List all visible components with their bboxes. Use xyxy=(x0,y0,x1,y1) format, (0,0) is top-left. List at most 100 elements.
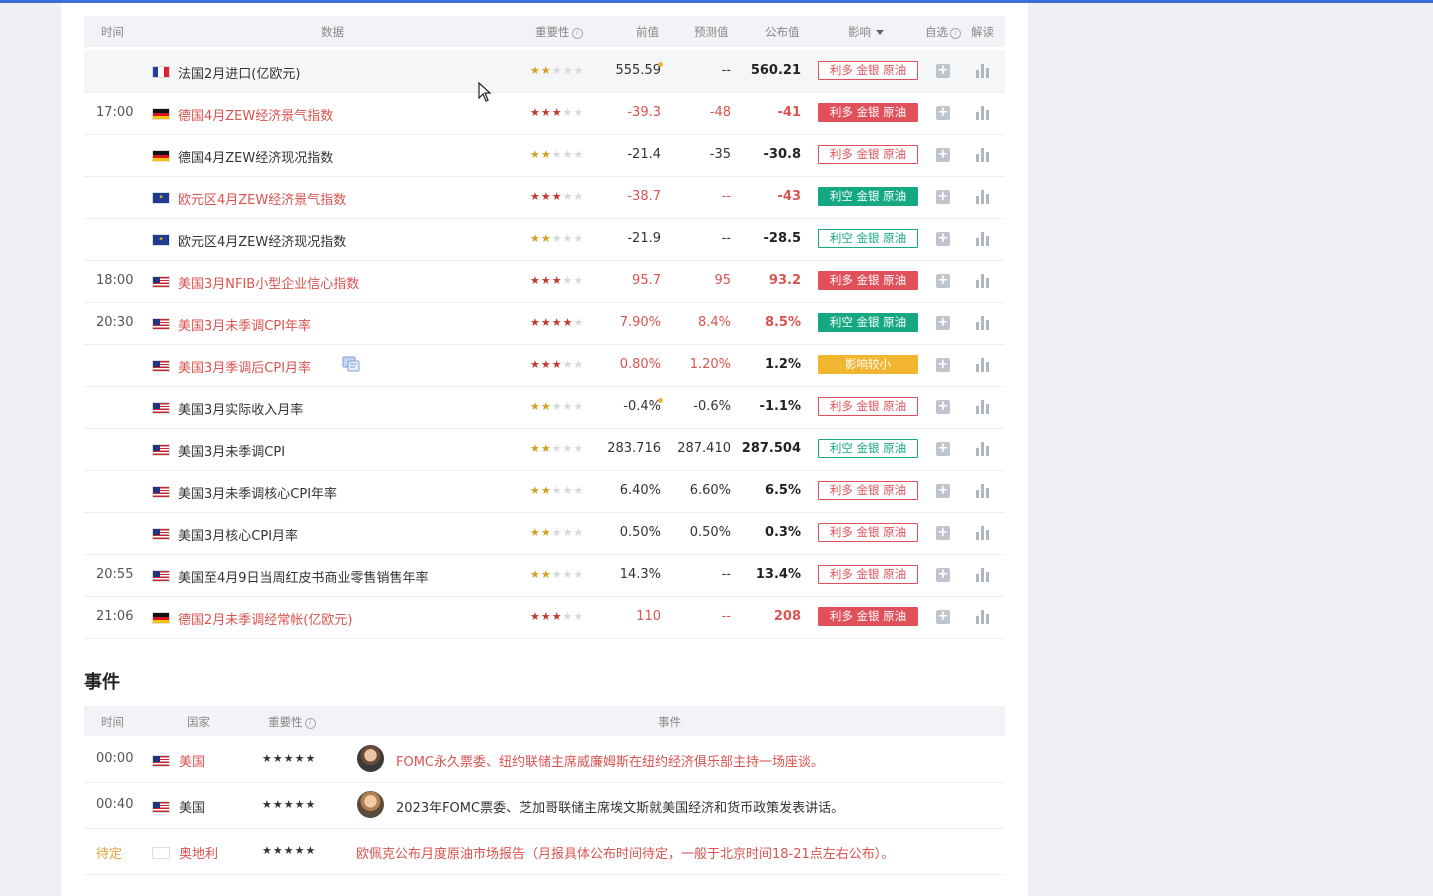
table-row[interactable]: 美国3月未季调CPI ★★★★★ 283.716 287.410 287.504 利空 金… xyxy=(84,428,1005,471)
importance-stars: ★★★★★ xyxy=(530,484,585,497)
row-time: 18:00 xyxy=(96,273,134,288)
add-watch-icon[interactable]: + xyxy=(936,316,950,330)
flag-de-icon xyxy=(152,612,170,624)
ev-col-country: 国家 xyxy=(187,715,210,729)
importance-stars: ★★★★★ xyxy=(530,64,585,77)
table-row[interactable]: 德国4月ZEW经济现况指数 ★★★★★ -21.4 -35 -30.8 利多 金银 原油 + xyxy=(84,134,1005,177)
add-watch-icon[interactable]: + xyxy=(936,610,950,624)
add-watch-icon[interactable]: + xyxy=(936,64,950,78)
event-text[interactable]: FOMC永久票委、纽约联储主席威廉姆斯在纽约经济俱乐部主持一场座谈。 xyxy=(396,751,824,770)
importance-stars: ★★★★★ xyxy=(530,148,585,161)
event-text[interactable]: 2023年FOMC票委、芝加哥联储主席埃文斯就美国经济和货币政策发表讲话。 xyxy=(396,797,844,816)
impact-badge: 利多 金银 原油 xyxy=(818,565,918,584)
bar-chart-icon[interactable] xyxy=(976,526,989,540)
add-watch-icon[interactable]: + xyxy=(936,400,950,414)
speaker-avatar xyxy=(357,791,384,818)
forecast-value: 1.20% xyxy=(689,357,731,372)
flag-us-icon xyxy=(152,276,170,288)
importance-stars: ★★★★★ xyxy=(262,798,317,811)
bar-chart-icon[interactable] xyxy=(976,190,989,204)
col-watch: 自选 i xyxy=(925,24,961,40)
caret-down-icon xyxy=(876,30,884,35)
add-watch-icon[interactable]: + xyxy=(936,148,950,162)
event-row[interactable]: 00:40 美国 ★★★★★ 2023年FOMC票委、芝加哥联储主席埃文斯就美国经济和… xyxy=(84,782,1005,829)
table-row[interactable]: 18:00 美国3月NFIB小型企业信心指数 ★★★★★ 95.7 95 93.2 利多 金… xyxy=(84,260,1005,303)
forecast-value: -- xyxy=(721,189,731,204)
add-watch-icon[interactable]: + xyxy=(936,358,950,372)
actual-value: 8.5% xyxy=(764,315,801,330)
impact-badge: 利多 金银 原油 xyxy=(818,271,918,290)
bar-chart-icon[interactable] xyxy=(976,274,989,288)
indicator-name[interactable]: 德国2月未季调经常帐(亿欧元) xyxy=(178,609,352,628)
table-row[interactable]: 美国3月未季调核心CPI年率 ★★★★★ 6.40% 6.60% 6.5% 利多 金银 原… xyxy=(84,470,1005,513)
row-time: 20:30 xyxy=(96,315,134,330)
indicator-name[interactable]: 美国至4月9日当周红皮书商业零售销售年率 xyxy=(178,567,429,586)
table-row[interactable]: 美国3月实际收入月率 ★★★★★ -0.4% -0.6% -1.1% 利多 金银 原油 + xyxy=(84,386,1005,429)
indicator-name[interactable]: 德国4月ZEW经济景气指数 xyxy=(178,105,333,124)
events-title: 事件 xyxy=(84,672,120,693)
indicator-name[interactable]: 美国3月实际收入月率 xyxy=(178,399,303,418)
indicator-name[interactable]: 美国3月NFIB小型企业信心指数 xyxy=(178,273,359,292)
note-icon[interactable] xyxy=(342,356,360,372)
table-row[interactable]: 17:00 德国4月ZEW经济景气指数 ★★★★★ -39.3 -48 -41 利多 金银 … xyxy=(84,92,1005,135)
table-row[interactable]: 20:30 美国3月未季调CPI年率 ★★★★★ 7.90% 8.4% 8.5% 利空 金银… xyxy=(84,302,1005,345)
event-row[interactable]: 00:00 美国 ★★★★★ FOMC永久票委、纽约联储主席威廉姆斯在纽约经济俱乐部主… xyxy=(84,736,1005,783)
impact-badge: 利多 金银 原油 xyxy=(818,103,918,122)
add-watch-icon[interactable]: + xyxy=(936,274,950,288)
add-watch-icon[interactable]: + xyxy=(936,568,950,582)
impact-badge: 利空 金银 原油 xyxy=(818,313,918,332)
table-row[interactable]: 法国2月进口(亿欧元) ★★★★★ 555.59 -- 560.21 利多 金银 原油 + xyxy=(84,50,1005,93)
flag-us-icon xyxy=(152,486,170,498)
prev-value: 555.59 xyxy=(615,63,662,78)
impact-badge: 利多 金银 原油 xyxy=(818,145,918,164)
bar-chart-icon[interactable] xyxy=(976,442,989,456)
add-watch-icon[interactable]: + xyxy=(936,442,950,456)
indicator-name[interactable]: 美国3月未季调CPI年率 xyxy=(178,315,311,334)
actual-value: -28.5 xyxy=(763,231,801,246)
indicator-name[interactable]: 欧元区4月ZEW经济现况指数 xyxy=(178,231,346,250)
forecast-value: 0.50% xyxy=(689,525,731,540)
bar-chart-icon[interactable] xyxy=(976,106,989,120)
bar-chart-icon[interactable] xyxy=(976,484,989,498)
col-data: 数据 xyxy=(321,25,344,39)
add-watch-icon[interactable]: + xyxy=(936,232,950,246)
indicator-name[interactable]: 欧元区4月ZEW经济景气指数 xyxy=(178,189,346,208)
event-row[interactable]: 待定 奥地利 ★★★★★ 欧佩克公布月度原油市场报告（月报具体公布时间待定，一般于北京… xyxy=(84,828,1005,875)
col-impact-sort[interactable]: 影响 xyxy=(848,24,884,40)
table-row[interactable]: 20:55 美国至4月9日当周红皮书商业零售销售年率 ★★★★★ 14.3% -- 13.… xyxy=(84,554,1005,597)
add-watch-icon[interactable]: + xyxy=(936,484,950,498)
indicator-name[interactable]: 美国3月未季调核心CPI年率 xyxy=(178,483,337,502)
flag-de-icon xyxy=(152,108,170,120)
add-watch-icon[interactable]: + xyxy=(936,190,950,204)
bar-chart-icon[interactable] xyxy=(976,232,989,246)
table-row[interactable]: ⁕ 欧元区4月ZEW经济现况指数 ★★★★★ -21.9 -- -28.5 利空 金银 原油… xyxy=(84,218,1005,261)
info-icon[interactable]: i xyxy=(950,28,961,39)
table-row[interactable]: ⁕ 欧元区4月ZEW经济景气指数 ★★★★★ -38.7 -- -43 利空 金银 原油 + xyxy=(84,176,1005,219)
bar-chart-icon[interactable] xyxy=(976,568,989,582)
table-row[interactable]: 美国3月季调后CPI月率 ★★★★★ 0.80% 1.20% 1.2% 影响较小 + xyxy=(84,344,1005,387)
indicator-name[interactable]: 德国4月ZEW经济现况指数 xyxy=(178,147,333,166)
bar-chart-icon[interactable] xyxy=(976,64,989,78)
importance-stars: ★★★★★ xyxy=(530,316,585,329)
indicator-name[interactable]: 法国2月进口(亿欧元) xyxy=(178,63,300,82)
info-icon[interactable]: i xyxy=(571,28,583,39)
info-icon[interactable]: i xyxy=(304,718,316,729)
flag-eu-icon: ⁕ xyxy=(152,234,170,246)
bar-chart-icon[interactable] xyxy=(976,400,989,414)
revised-dot-icon xyxy=(658,398,663,403)
table-row[interactable]: 美国3月核心CPI月率 ★★★★★ 0.50% 0.50% 0.3% 利多 金银 原油 + xyxy=(84,512,1005,555)
forecast-value: -0.6% xyxy=(693,399,731,414)
bar-chart-icon[interactable] xyxy=(976,358,989,372)
event-text[interactable]: 欧佩克公布月度原油市场报告（月报具体公布时间待定，一般于北京时间18-21点左右… xyxy=(356,843,894,862)
add-watch-icon[interactable]: + xyxy=(936,526,950,540)
bar-chart-icon[interactable] xyxy=(976,610,989,624)
revised-dot-icon xyxy=(658,62,663,67)
table-row[interactable]: 21:06 德国2月未季调经常帐(亿欧元) ★★★★★ 110 -- 208 利多 金银 原… xyxy=(84,596,1005,639)
add-watch-icon[interactable]: + xyxy=(936,106,950,120)
indicator-name[interactable]: 美国3月季调后CPI月率 xyxy=(178,357,311,376)
indicator-name[interactable]: 美国3月核心CPI月率 xyxy=(178,525,298,544)
flag-us-icon xyxy=(152,360,170,372)
bar-chart-icon[interactable] xyxy=(976,316,989,330)
indicator-name[interactable]: 美国3月未季调CPI xyxy=(178,441,285,460)
bar-chart-icon[interactable] xyxy=(976,148,989,162)
